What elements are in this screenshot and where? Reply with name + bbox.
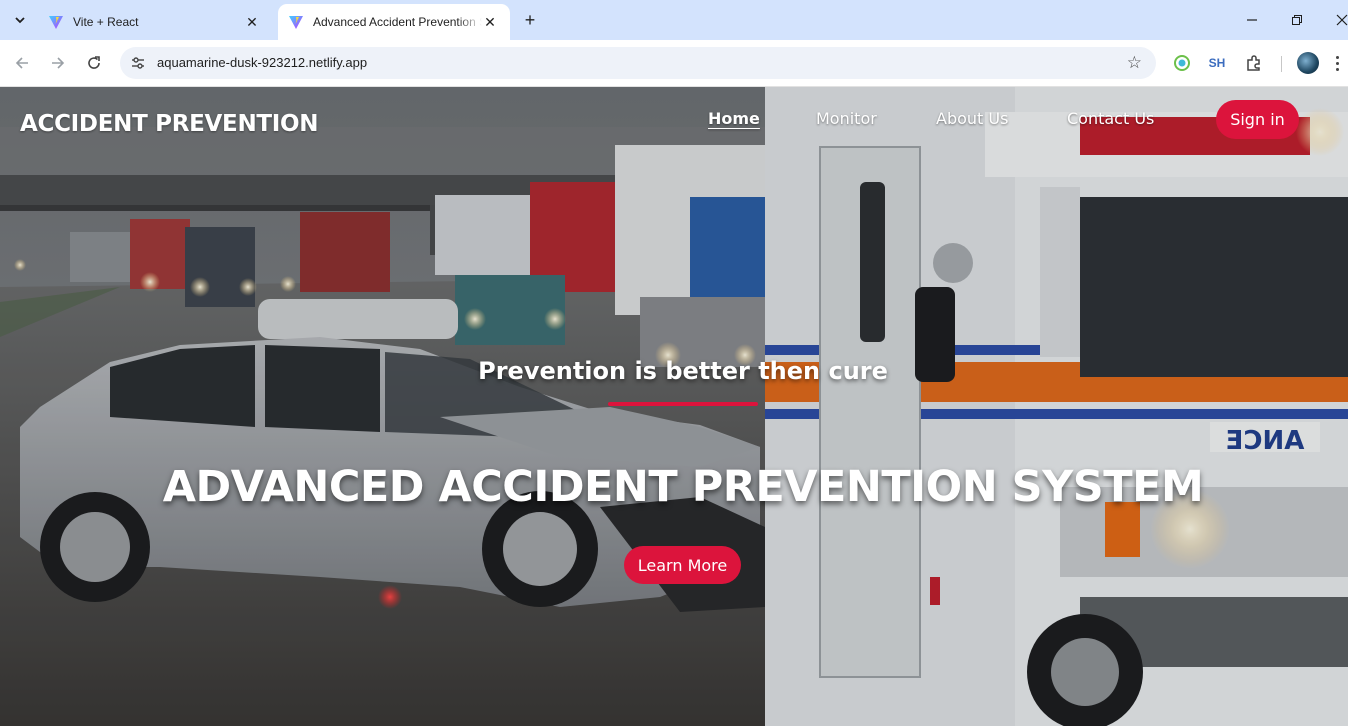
tab-title: Vite + React: [73, 15, 139, 29]
nav-monitor-link[interactable]: Monitor: [816, 109, 877, 128]
profile-avatar[interactable]: [1297, 52, 1319, 74]
extension-sh-icon[interactable]: SH: [1206, 52, 1228, 74]
reload-icon[interactable]: [83, 52, 105, 74]
window-close-icon[interactable]: [1329, 8, 1348, 32]
hero-section: ANCE ACCIDENT PREVENTION Home Monitor Ab…: [0, 87, 1348, 726]
forward-arrow-icon[interactable]: [47, 52, 69, 74]
restore-icon[interactable]: [1284, 8, 1310, 32]
nav-home-link[interactable]: Home: [708, 109, 760, 128]
tagline-underline-divider: [608, 402, 758, 406]
vite-logo-icon: [49, 16, 63, 29]
nav-contact-us-link[interactable]: Contact Us: [1067, 109, 1154, 128]
tab-search-chevron-down-icon[interactable]: [7, 7, 33, 33]
extension-circle-icon[interactable]: [1171, 52, 1193, 74]
new-tab-plus-icon[interactable]: +: [520, 10, 540, 30]
hero-dark-overlay: [0, 87, 1348, 726]
nav-about-us-link[interactable]: About Us: [936, 109, 1008, 128]
minimize-icon[interactable]: [1239, 8, 1265, 32]
hero-headline: ADVANCED ACCIDENT PREVENTION SYSTEM: [162, 462, 1204, 512]
vite-logo-icon: [289, 16, 303, 29]
site-brand-logo[interactable]: ACCIDENT PREVENTION: [20, 111, 319, 137]
url-text[interactable]: aquamarine-dusk-923212.netlify.app: [157, 55, 367, 70]
browser-toolbar: aquamarine-dusk-923212.netlify.app ☆ SH: [0, 40, 1348, 87]
tab-advanced-accident-prevention[interactable]: Advanced Accident Prevention System ✕: [278, 4, 510, 40]
tab-title: Advanced Accident Prevention System: [313, 15, 482, 29]
learn-more-button[interactable]: Learn More: [624, 546, 741, 584]
sign-in-button[interactable]: Sign in: [1216, 100, 1299, 139]
address-bar[interactable]: aquamarine-dusk-923212.netlify.app ☆: [120, 47, 1156, 79]
close-icon[interactable]: ✕: [244, 14, 260, 30]
back-arrow-icon[interactable]: [11, 52, 33, 74]
hero-tagline: Prevention is better then cure: [478, 357, 888, 385]
bookmark-star-icon[interactable]: ☆: [1127, 53, 1142, 73]
close-icon[interactable]: ✕: [482, 14, 498, 30]
site-info-tune-icon[interactable]: [128, 53, 148, 73]
kebab-menu-icon[interactable]: [1329, 52, 1345, 74]
extensions-puzzle-icon[interactable]: [1243, 52, 1265, 74]
tab-vite-react[interactable]: Vite + React ✕: [38, 4, 272, 40]
toolbar-divider: [1281, 56, 1282, 72]
browser-tab-strip: Vite + React ✕ Advanced Accident Prevent…: [0, 0, 1348, 40]
